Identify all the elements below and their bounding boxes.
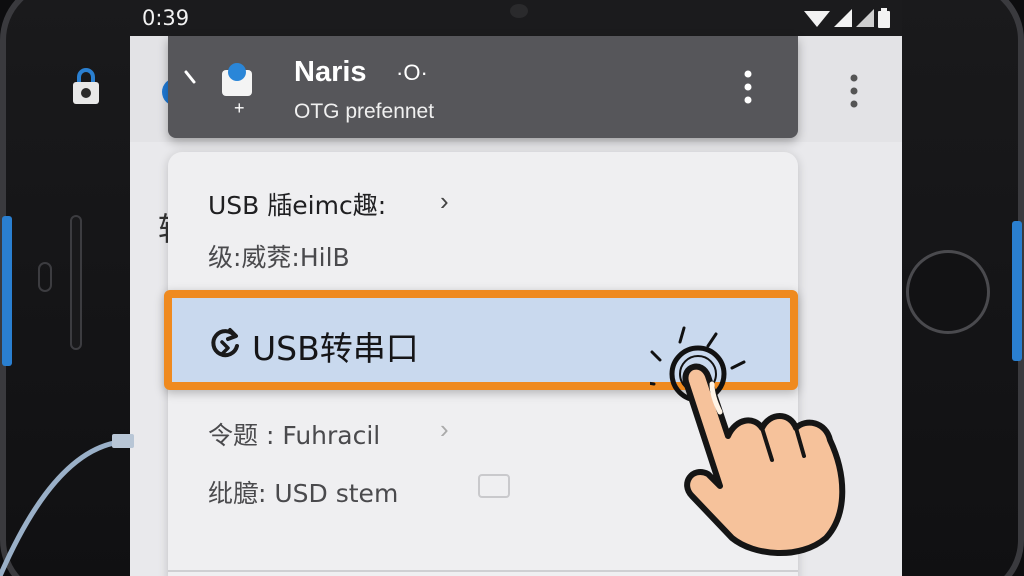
usb-cable (0, 434, 134, 576)
menu-item-system[interactable]: 纰臆: USD stem (208, 474, 398, 510)
header-title-suffix: ·O· (396, 60, 428, 85)
wifi-icon (804, 11, 830, 27)
power-button (1012, 221, 1022, 361)
chevron-right-icon: › (440, 414, 449, 444)
volume-button (2, 216, 12, 366)
lock-icon (66, 62, 106, 110)
tap-hand-icon (650, 326, 846, 557)
menu-toggle[interactable] (478, 474, 510, 498)
sensor (38, 262, 52, 292)
status-time: 0:39 (142, 6, 190, 30)
popup-header: + Naris ·O· OTG prefennet (168, 36, 798, 138)
divider (168, 570, 798, 572)
signal-icon (856, 9, 874, 27)
header-subtitle: OTG prefennet (294, 100, 435, 123)
menu-item-title[interactable]: 令题 : Fuhracil (208, 416, 380, 452)
menu-item-usb-settings[interactable]: USB 牐eimc趣: (208, 186, 386, 222)
refresh-icon (208, 326, 242, 365)
back-icon[interactable] (184, 70, 196, 91)
menu-item-level[interactable]: 级:威萒:HilB (208, 238, 350, 274)
camera-notch (510, 4, 528, 18)
battery-icon (878, 8, 890, 28)
more-vert-icon[interactable] (848, 74, 860, 113)
signal-icon (834, 9, 852, 27)
add-badge: + (234, 98, 245, 118)
more-vert-icon[interactable] (742, 70, 754, 109)
chevron-right-icon: › (440, 186, 449, 216)
speaker-grill (70, 215, 82, 350)
status-bar: 0:39 (130, 0, 902, 36)
menu-item-label: USB转串口 (252, 329, 419, 368)
header-title: Naris (294, 56, 367, 88)
home-button[interactable] (906, 250, 990, 334)
account-icon[interactable] (220, 60, 254, 98)
